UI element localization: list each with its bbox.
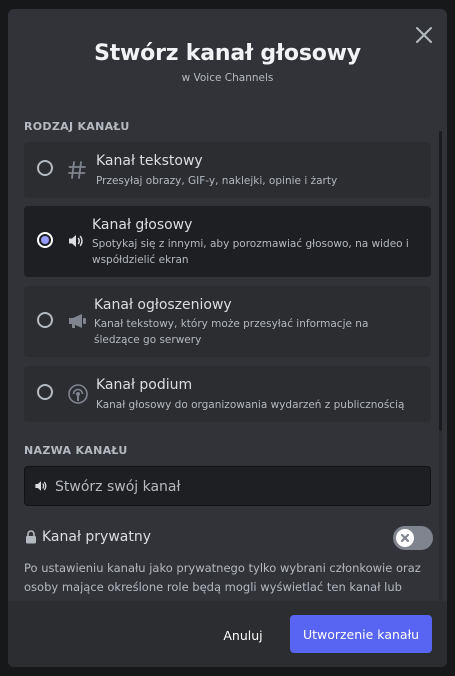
option-title-announcement: Kanał ogłoszeniowy <box>94 297 232 313</box>
create-channel-modal: Stwórz kanał głosowy w Voice Channels RO… <box>8 9 447 667</box>
channel-type-option-text[interactable]: Kanał tekstowy Przesyłaj obrazy, GIF-y, … <box>24 142 431 198</box>
private-channel-description: Po ustawieniu kanału jako prywatnego tyl… <box>24 561 421 594</box>
modal-footer: Anuluj Utworzenie kanału <box>8 601 447 667</box>
option-desc-announcement: Kanał tekstowy, który może przesyłać inf… <box>94 318 369 346</box>
modal-header: Stwórz kanał głosowy w Voice Channels <box>8 9 447 119</box>
stage-icon <box>67 383 88 404</box>
scrollbar-thumb[interactable] <box>439 131 442 431</box>
channel-name-input[interactable] <box>53 467 417 507</box>
close-icon[interactable] <box>415 26 433 44</box>
channel-type-label: RODZAJ KANAŁU <box>24 120 130 133</box>
channel-name-label: NAZWA KANAŁU <box>24 444 128 457</box>
channel-type-option-voice[interactable]: Kanał głosowy Spotykaj się z innymi, aby… <box>24 206 431 277</box>
private-channel-toggle[interactable] <box>393 526 433 550</box>
radio-stage[interactable] <box>37 384 53 400</box>
channel-type-option-stage[interactable]: Kanał podium Kanał głosowy do organizowa… <box>24 366 431 422</box>
option-title-text: Kanał tekstowy <box>96 153 203 169</box>
option-title-stage: Kanał podium <box>96 377 193 393</box>
speaker-icon <box>33 478 49 498</box>
modal-title: Stwórz kanał głosowy <box>94 41 361 66</box>
radio-voice[interactable] <box>37 232 53 248</box>
close-icon <box>400 533 410 543</box>
option-desc-stage: Kanał głosowy do organizowania wydarzeń … <box>96 399 405 411</box>
scrollbar[interactable] <box>439 131 442 601</box>
cancel-button[interactable]: Anuluj <box>213 616 273 654</box>
modal-subtitle: w Voice Channels <box>181 72 274 84</box>
toggle-knob <box>396 529 414 547</box>
radio-announcement[interactable] <box>37 312 53 328</box>
megaphone-icon <box>67 311 87 331</box>
create-channel-button[interactable]: Utworzenie kanału <box>290 615 432 653</box>
hash-icon <box>67 160 87 180</box>
option-desc-voice: Spotykaj się z innymi, aby porozmawiać g… <box>92 238 409 266</box>
channel-name-field[interactable] <box>24 466 431 507</box>
private-channel-label: Kanał prywatny <box>42 529 151 545</box>
speaker-icon <box>66 231 86 251</box>
lock-icon <box>25 529 37 548</box>
radio-text[interactable] <box>37 160 53 176</box>
option-title-voice: Kanał głosowy <box>92 217 193 233</box>
option-desc-text: Przesyłaj obrazy, GIF-y, naklejki, opini… <box>96 175 338 187</box>
channel-type-option-announcement[interactable]: Kanał ogłoszeniowy Kanał tekstowy, który… <box>24 286 431 357</box>
